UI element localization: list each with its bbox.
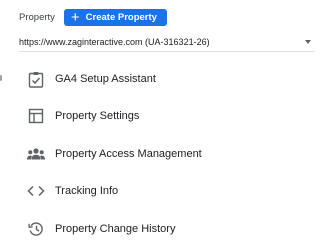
menu-item-label: Property Settings [55,110,140,122]
code-icon [27,182,45,200]
property-selector[interactable]: https://www.zaginteractive.com (UA-31632… [19,33,315,52]
menu-item-property-settings[interactable]: Property Settings [0,101,328,131]
menu-item-ga4-setup-assistant[interactable]: GA4 Setup Assistant [0,64,328,94]
menu-item-label: GA4 Setup Assistant [55,73,156,85]
dropdown-arrow-icon[interactable] [305,40,311,44]
history-icon [27,220,45,238]
menu-item-label: Tracking Info [55,185,119,197]
people-icon [27,145,45,163]
menu-item-property-access-management[interactable]: Property Access Management [0,139,328,169]
property-selector-value: https://www.zaginteractive.com (UA-31632… [19,37,210,47]
create-property-label: Create Property [85,12,157,23]
property-header: Property + Create Property [19,9,167,26]
menu-item-label: Property Access Management [55,148,202,160]
layout-icon [27,107,45,125]
plus-icon: + [70,8,80,26]
menu-item-tracking-info[interactable]: Tracking Info [0,176,328,206]
create-property-button[interactable]: + Create Property [63,8,167,26]
checklist-icon [27,70,45,88]
property-label: Property [19,12,55,23]
menu-item-property-change-history[interactable]: Property Change History [0,214,328,244]
menu-item-label: Property Change History [55,223,176,235]
